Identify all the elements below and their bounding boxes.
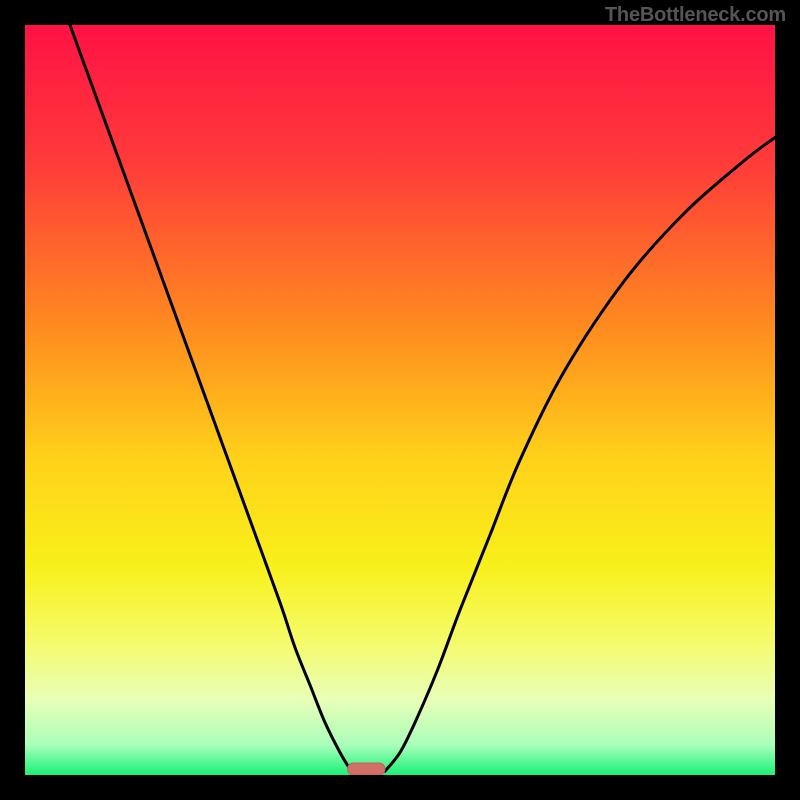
- gradient-background: [25, 25, 775, 775]
- plot-area: [25, 25, 775, 775]
- watermark-text: TheBottleneck.com: [605, 4, 786, 27]
- optimal-marker: [348, 763, 386, 775]
- chart-frame: TheBottleneck.com: [0, 0, 800, 800]
- bottleneck-chart-svg: [25, 25, 775, 775]
